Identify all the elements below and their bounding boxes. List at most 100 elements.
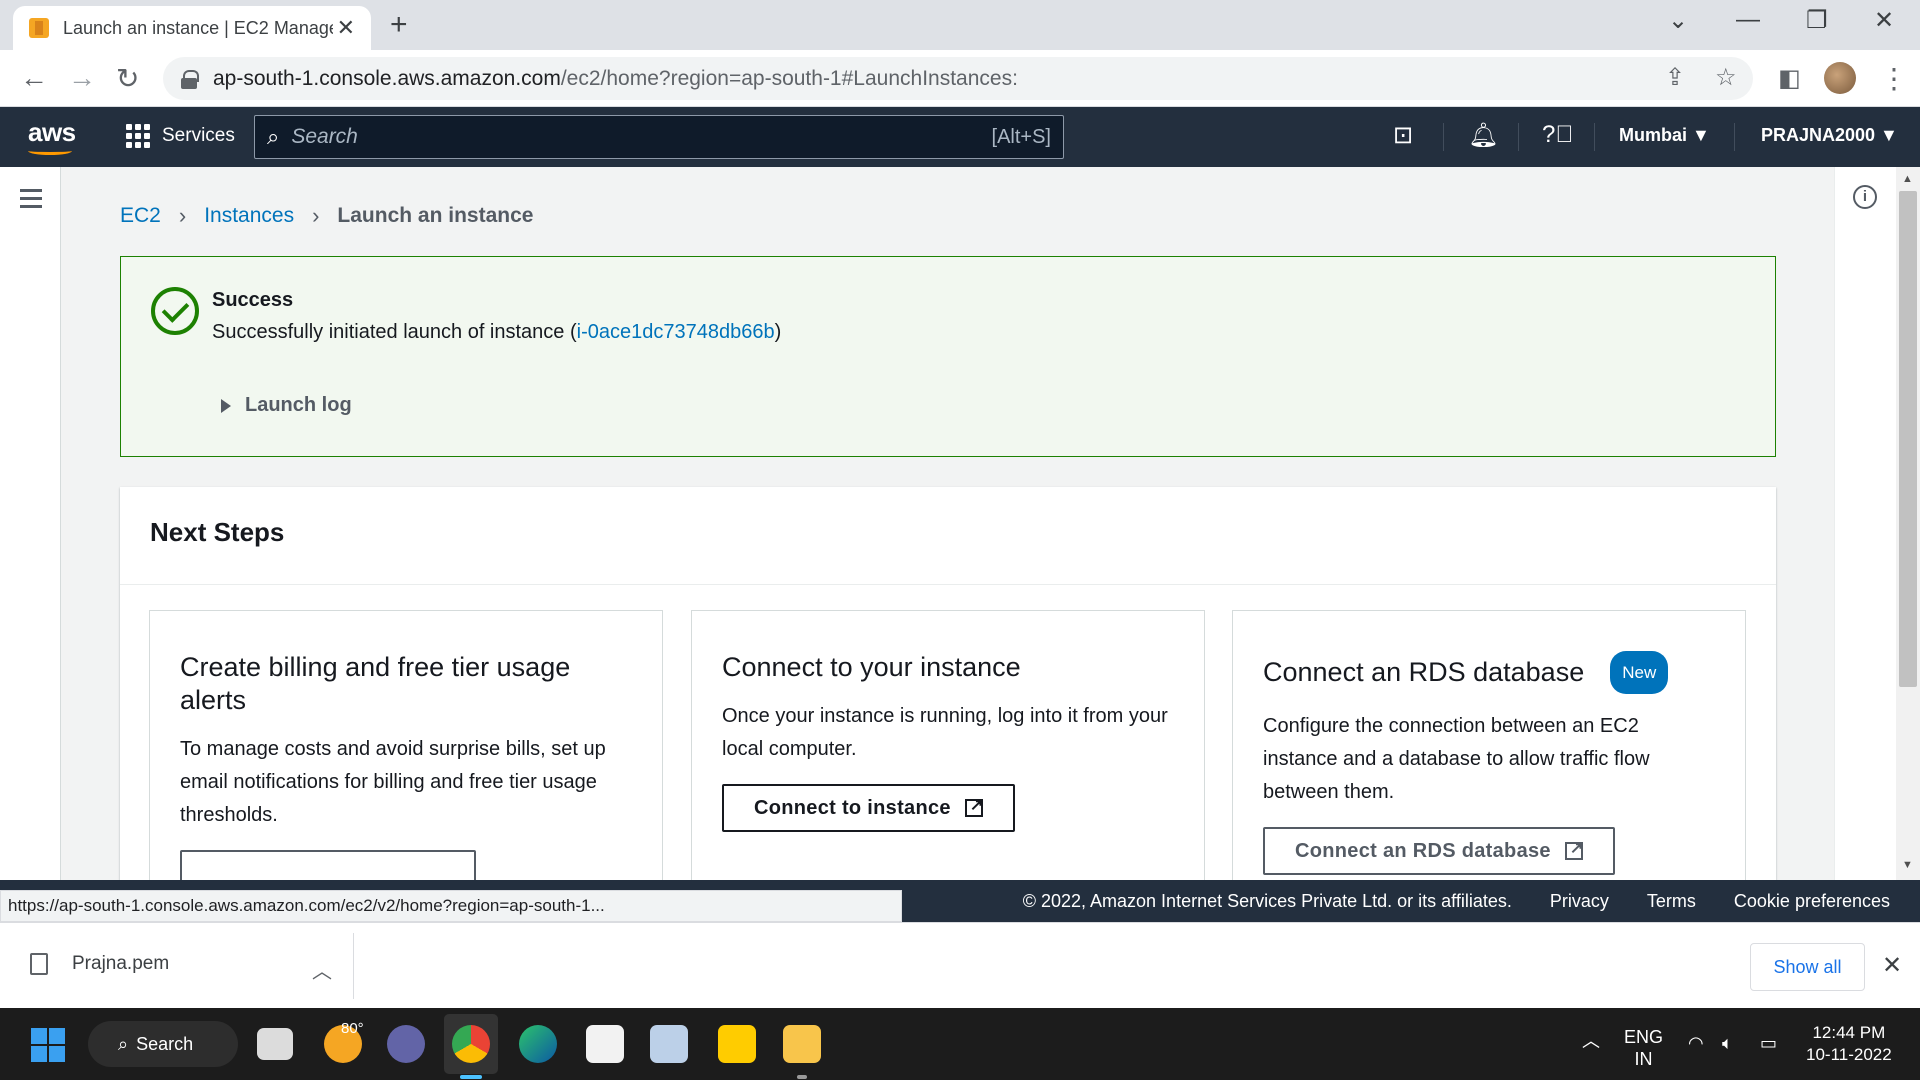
clock[interactable]: 12:44 PM 10-11-2022 xyxy=(1806,1022,1892,1066)
browser-tab-strip: Launch an instance | EC2 Manage ✕ + ⌄ — … xyxy=(0,0,1920,50)
info-icon[interactable]: i xyxy=(1853,185,1877,209)
virtualbox-icon[interactable] xyxy=(650,1025,688,1063)
side-panel-icon[interactable]: ◧ xyxy=(1778,64,1801,93)
services-label: Services xyxy=(162,125,235,146)
tab-title: Launch an instance | EC2 Manage xyxy=(63,17,333,38)
aws-logo[interactable]: aws xyxy=(28,117,76,148)
aws-footer: © 2022, Amazon Internet Services Private… xyxy=(902,880,1920,922)
services-menu[interactable]: Services xyxy=(126,124,235,148)
windows-taskbar: ⌕ Search 80° ︿ ENG IN ◠ 🔈︎ ▭ 12:44 PM 10-11… xyxy=(0,1008,1920,1080)
volume-icon[interactable]: 🔈︎ xyxy=(1722,1032,1733,1054)
hamburger-menu-icon[interactable] xyxy=(20,189,42,213)
sticky-notes-icon[interactable] xyxy=(718,1025,756,1063)
copyright-text: © 2022, Amazon Internet Services Private… xyxy=(1022,890,1512,911)
next-steps-panel: Next Steps Create billing and free tier … xyxy=(120,487,1776,880)
file-explorer-icon[interactable] xyxy=(783,1025,821,1063)
tab-search-chevron-icon[interactable]: ⌄ xyxy=(1668,6,1688,35)
chrome-menu-icon[interactable]: ⋮ xyxy=(1880,62,1908,95)
card-body: Once your instance is running, log into … xyxy=(722,705,1168,760)
profile-avatar[interactable] xyxy=(1824,62,1856,94)
edge-icon[interactable] xyxy=(519,1025,557,1063)
bookmark-star-icon[interactable]: ☆ xyxy=(1715,63,1737,92)
caret-right-icon xyxy=(221,398,231,413)
restore-icon[interactable]: ❐ xyxy=(1806,6,1828,35)
next-steps-title: Next Steps xyxy=(120,487,1776,585)
weather-temp: 80° xyxy=(341,1020,364,1037)
aws-search-input[interactable] xyxy=(291,125,992,149)
show-all-button[interactable]: Show all xyxy=(1750,943,1865,991)
aws-top-nav: aws Services ⌕ [Alt+S] ⊡ 🔔︎ ?⃝ Mumbai ▼ … xyxy=(0,107,1920,167)
task-view-icon[interactable] xyxy=(257,1028,293,1060)
url-text: ap-south-1.console.aws.amazon.com/ec2/ho… xyxy=(213,66,1018,90)
store-icon[interactable] xyxy=(586,1025,624,1063)
instance-id-link[interactable]: i-0ace1dc73748db66b xyxy=(577,321,775,343)
download-item[interactable]: Prajna.pem xyxy=(30,953,169,975)
minimize-icon[interactable]: — xyxy=(1736,6,1760,34)
address-bar[interactable]: ap-south-1.console.aws.amazon.com/ec2/ho… xyxy=(163,57,1753,100)
forward-arrow-icon[interactable]: → xyxy=(68,62,96,94)
breadcrumb: EC2 › Instances › Launch an instance xyxy=(120,203,533,229)
wifi-icon[interactable]: ◠ xyxy=(1688,1032,1704,1054)
connect-to-instance-button[interactable]: Connect to instance xyxy=(722,784,1015,832)
browser-tab[interactable]: Launch an instance | EC2 Manage ✕ xyxy=(13,6,371,50)
aws-favicon-icon xyxy=(29,18,49,38)
card-connect-rds: Connect an RDS database New Configure th… xyxy=(1232,610,1746,880)
connect-rds-button[interactable]: Connect an RDS database xyxy=(1263,827,1615,875)
share-icon[interactable]: ⇪ xyxy=(1665,63,1685,92)
card-title: Connect to your instance xyxy=(722,652,1021,682)
page-scrollbar[interactable]: ▲ ▼ xyxy=(1896,167,1920,880)
new-tab-icon[interactable]: + xyxy=(390,8,408,42)
success-flash: Success Successfully initiated launch of… xyxy=(120,256,1776,457)
card-title: Connect an RDS database New xyxy=(1263,651,1715,694)
download-filename: Prajna.pem xyxy=(72,953,170,974)
link-status-url: https://ap-south-1.console.aws.amazon.co… xyxy=(0,890,902,922)
account-menu[interactable]: PRAJNA2000 ▼ xyxy=(1761,125,1898,146)
external-link-icon xyxy=(1564,838,1584,860)
browser-toolbar: ← → ↻ ap-south-1.console.aws.amazon.com/… xyxy=(0,50,1920,107)
notifications-bell-icon[interactable]: 🔔︎ xyxy=(1468,121,1498,150)
breadcrumb-ec2[interactable]: EC2 xyxy=(120,204,161,228)
lock-icon xyxy=(181,69,199,89)
flash-message: Successfully initiated launch of instanc… xyxy=(212,321,782,343)
scroll-thumb[interactable] xyxy=(1899,191,1917,687)
windows-start-icon[interactable] xyxy=(31,1028,65,1062)
back-arrow-icon[interactable]: ← xyxy=(20,62,48,94)
search-icon: ⌕ xyxy=(267,124,280,149)
aws-search-box[interactable]: ⌕ [Alt+S] xyxy=(254,115,1064,159)
search-shortcut-hint: [Alt+S] xyxy=(991,125,1051,148)
tools-rail: i xyxy=(1834,167,1896,880)
success-check-icon xyxy=(151,287,199,335)
main-content: EC2 › Instances › Launch an instance Suc… xyxy=(61,167,1834,880)
flash-title: Success xyxy=(212,289,294,311)
cloudshell-icon[interactable]: ⊡ xyxy=(1393,121,1413,150)
window-close-icon[interactable]: ✕ xyxy=(1874,6,1894,35)
external-link-icon xyxy=(964,795,984,817)
launch-log-toggle[interactable]: Launch log xyxy=(221,394,352,417)
grid-icon xyxy=(126,124,150,148)
file-icon xyxy=(30,953,48,975)
card-body: To manage costs and avoid surprise bills… xyxy=(180,738,606,826)
card-connect-instance: Connect to your instance Once your insta… xyxy=(691,610,1205,880)
close-downloads-icon[interactable]: ✕ xyxy=(1882,951,1902,980)
region-selector[interactable]: Mumbai ▼ xyxy=(1619,125,1710,146)
tray-overflow-icon[interactable]: ︿ xyxy=(1582,1030,1600,1052)
billing-alerts-button[interactable] xyxy=(180,850,476,880)
card-title: Create billing and free tier usage alert… xyxy=(180,652,571,715)
teams-chat-icon[interactable] xyxy=(387,1025,425,1063)
language-indicator[interactable]: ENG IN xyxy=(1624,1026,1663,1070)
breadcrumb-instances[interactable]: Instances xyxy=(204,204,294,228)
scroll-up-icon[interactable]: ▲ xyxy=(1902,173,1913,185)
footer-link-privacy[interactable]: Privacy xyxy=(1550,891,1609,912)
taskbar-search[interactable]: ⌕ Search xyxy=(88,1021,238,1067)
chevron-right-icon: › xyxy=(178,203,187,228)
scroll-down-icon[interactable]: ▼ xyxy=(1902,859,1913,871)
battery-icon[interactable]: ▭ xyxy=(1760,1032,1777,1054)
tab-close-icon[interactable]: ✕ xyxy=(337,15,355,41)
chevron-up-icon[interactable]: ︿ xyxy=(312,955,332,984)
chrome-icon[interactable] xyxy=(452,1025,490,1063)
footer-link-terms[interactable]: Terms xyxy=(1647,891,1696,912)
reload-icon[interactable]: ↻ xyxy=(116,62,139,95)
footer-link-cookie-preferences[interactable]: Cookie preferences xyxy=(1734,891,1890,912)
help-icon[interactable]: ?⃝ xyxy=(1542,121,1573,149)
search-icon: ⌕ xyxy=(118,1033,129,1054)
